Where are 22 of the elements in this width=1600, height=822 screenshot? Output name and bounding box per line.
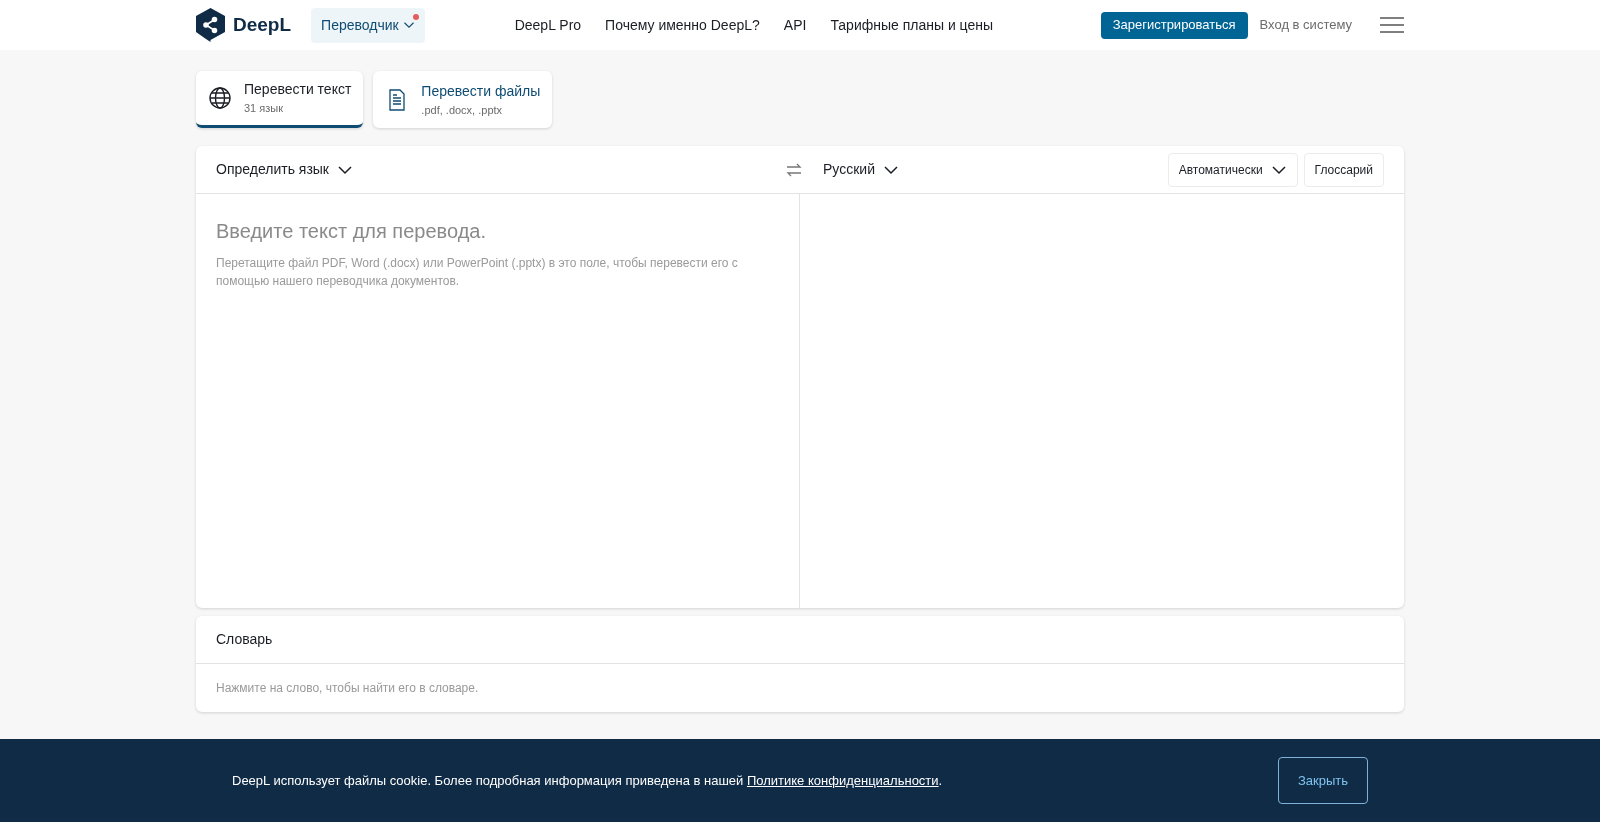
nav-link[interactable]: DeepL Pro [514,14,582,36]
menu-icon[interactable] [1380,17,1404,33]
formality-select[interactable]: Автоматически [1167,152,1298,187]
mode-tab[interactable]: Перевести текст 31 язык [196,71,364,128]
globe-icon [208,86,232,110]
logo-icon [196,8,225,42]
login-link[interactable]: Вход в систему [1259,15,1352,35]
dictionary-title: Словарь [216,630,273,649]
source-language-select[interactable]: Определить язык [216,159,353,180]
close-button[interactable]: Закрыть [1278,757,1368,804]
glossary-button[interactable]: Глоссарий [1303,152,1384,187]
logo-text: DeepL [233,12,292,37]
privacy-policy-link[interactable]: Политике конфиденциальности [746,772,939,788]
dictionary-hint: Нажмите на слово, чтобы найти его в словаре. [216,680,479,697]
nav-link[interactable]: API [783,14,807,36]
nav-link[interactable]: Тарифные планы и цены [830,14,994,36]
signup-button[interactable]: Зарегистрироваться [1100,11,1248,39]
nav-link[interactable]: Почему именно DeepL? [605,14,760,36]
target-language-select[interactable]: Русский [823,159,899,180]
product-menu[interactable]: Переводчик [311,7,425,43]
mode-tab[interactable]: Перевести файлы .pdf, .docx, .pptx [373,71,553,128]
cookie-notice: DeepL использует файлы cookie. Более подробная информация приведена в нашей Политике конфиденциальности. [232,771,943,790]
